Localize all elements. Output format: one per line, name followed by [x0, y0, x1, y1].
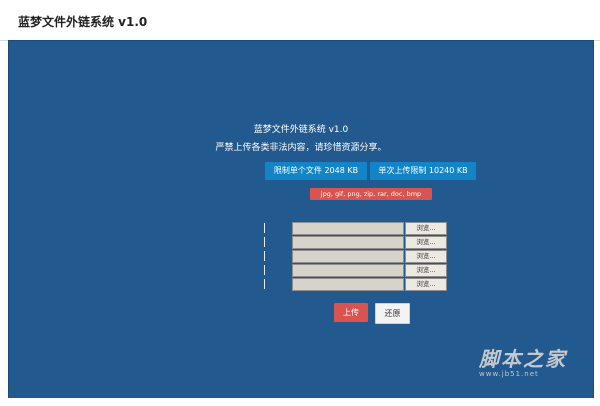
- notice-text: 严禁上传各类非法内容，请珍惜资源分享。: [215, 143, 387, 153]
- file-path-field-4[interactable]: [292, 264, 404, 277]
- single-file-limit-badge: 限制单个文件 2048 KB: [265, 162, 367, 180]
- total-upload-limit-badge: 单次上传限制 10240 KB: [370, 162, 476, 180]
- file-path-field-5[interactable]: [292, 278, 404, 291]
- file-path-field-1[interactable]: [292, 222, 404, 235]
- allowed-types-badge: jpg, gif, png, zip, rar, doc, bmp: [310, 188, 432, 200]
- upload-panel: 蓝梦文件外链系统 v1.0 严禁上传各类非法内容，请珍惜资源分享。 限制单个文件…: [8, 40, 594, 399]
- browse-button-4[interactable]: 浏览...: [405, 264, 447, 277]
- top-bar: 蓝梦文件外链系统 v1.0: [0, 0, 600, 41]
- row-marker: [264, 279, 265, 289]
- browse-button-3[interactable]: 浏览...: [405, 250, 447, 263]
- file-path-field-3[interactable]: [292, 250, 404, 263]
- reset-button[interactable]: 还原: [375, 303, 410, 324]
- file-path-field-2[interactable]: [292, 236, 404, 249]
- browse-button-1[interactable]: 浏览...: [405, 222, 447, 235]
- row-marker: [264, 223, 265, 233]
- row-marker: [264, 237, 265, 247]
- watermark-text: 脚本之家: [479, 347, 567, 371]
- row-marker: [264, 265, 265, 275]
- browse-button-2[interactable]: 浏览...: [405, 236, 447, 249]
- watermark-logo: 脚本之家 www.jb51.net: [479, 343, 567, 378]
- upload-button[interactable]: 上传: [334, 303, 368, 322]
- browse-button-5[interactable]: 浏览...: [405, 278, 447, 291]
- app-title: 蓝梦文件外链系统 v1.0: [18, 15, 148, 29]
- panel-title: 蓝梦文件外链系统 v1.0: [253, 125, 349, 135]
- row-marker: [264, 251, 265, 261]
- bottom-strip: [0, 398, 600, 406]
